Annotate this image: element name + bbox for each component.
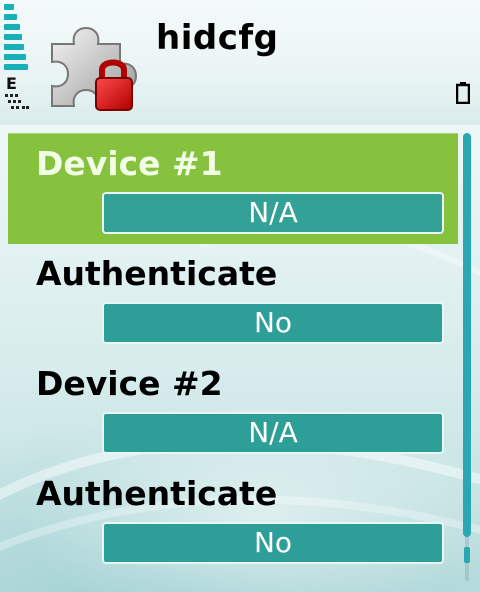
battery-icon bbox=[456, 82, 470, 104]
setting-device-1[interactable]: Device #1 N/A bbox=[8, 133, 458, 244]
setting-value[interactable]: No bbox=[102, 302, 444, 344]
setting-label: Authenticate bbox=[36, 474, 278, 513]
setting-authenticate-1[interactable]: Authenticate No bbox=[8, 244, 458, 354]
settings-panel: Device #1 N/A Authenticate No Device #2 … bbox=[0, 125, 480, 592]
setting-label: Device #2 bbox=[36, 364, 223, 403]
puzzle-lock-icon bbox=[51, 26, 138, 111]
status-header: E hidcfg bbox=[0, 0, 480, 125]
app-title: hidcfg bbox=[156, 18, 279, 58]
settings-list: Device #1 N/A Authenticate No Device #2 … bbox=[8, 133, 458, 574]
signal-strength-icon bbox=[4, 4, 30, 74]
setting-value[interactable]: N/A bbox=[102, 192, 444, 234]
scrollbar[interactable] bbox=[462, 133, 472, 581]
setting-value[interactable]: N/A bbox=[102, 412, 444, 454]
data-connection-icon bbox=[5, 94, 29, 109]
setting-label: Device #1 bbox=[36, 144, 223, 183]
setting-authenticate-2[interactable]: Authenticate No bbox=[8, 464, 458, 574]
network-type-indicator: E bbox=[6, 74, 17, 93]
setting-value[interactable]: No bbox=[102, 522, 444, 564]
scrollbar-thumb[interactable] bbox=[463, 133, 471, 537]
setting-device-2[interactable]: Device #2 N/A bbox=[8, 354, 458, 464]
setting-label: Authenticate bbox=[36, 254, 278, 293]
scrollbar-end-marker bbox=[464, 547, 470, 563]
